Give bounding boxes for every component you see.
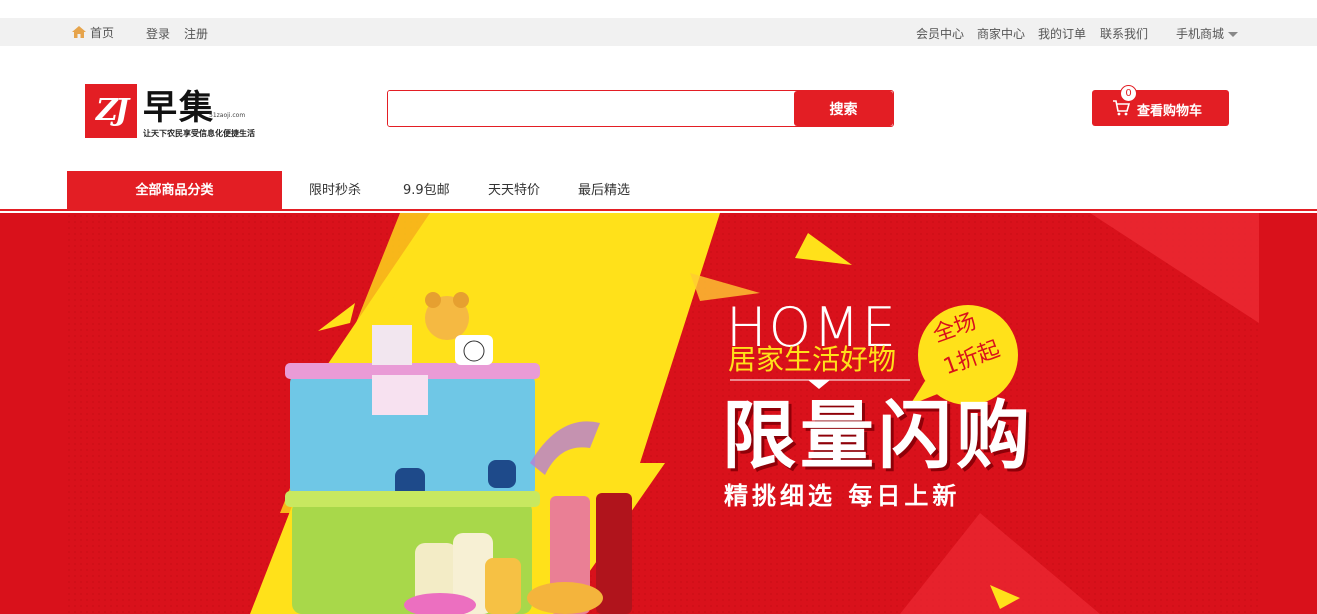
- banner-headline: 限量闪购: [722, 393, 1034, 479]
- banner-tagline: 精挑细选 每日上新: [724, 482, 961, 510]
- nav-item-flash-sale[interactable]: 限时秒杀: [309, 171, 361, 211]
- register-link[interactable]: 注册: [184, 25, 208, 42]
- nav-item-free-shipping[interactable]: 9.9包邮: [403, 171, 450, 211]
- contact-us-link[interactable]: 联系我们: [1100, 25, 1148, 42]
- view-cart-button[interactable]: 0 查看购物车: [1092, 85, 1229, 126]
- member-center-link[interactable]: 会员中心: [916, 25, 964, 42]
- nav-item-final-picks[interactable]: 最后精选: [578, 171, 630, 211]
- search-box: 搜索: [387, 90, 894, 127]
- cart-count-badge: 0: [1120, 85, 1137, 102]
- search-input[interactable]: [388, 91, 794, 126]
- logo-name: 早集: [143, 88, 215, 128]
- cart-label: 查看购物车: [1137, 104, 1203, 119]
- site-logo[interactable]: ZJ 早集 51zaoji.com 让天下农民享受信息化便捷生活: [85, 84, 270, 142]
- login-link[interactable]: 登录: [146, 25, 170, 42]
- chevron-down-icon: [1228, 32, 1239, 37]
- promo-banner[interactable]: HOME 居家生活好物 全场 1折起 限量闪购 精挑细选 每日上新: [0, 213, 1317, 614]
- logo-slogan: 让天下农民享受信息化便捷生活: [143, 129, 255, 138]
- all-categories-button[interactable]: 全部商品分类: [67, 171, 282, 211]
- home-icon: [72, 26, 86, 38]
- home-link[interactable]: 首页: [72, 24, 114, 41]
- merchant-center-link[interactable]: 商家中心: [977, 25, 1025, 42]
- mobile-mall-menu[interactable]: 手机商城: [1176, 25, 1239, 42]
- main-nav: 全部商品分类 限时秒杀 9.9包邮 天天特价 最后精选: [0, 171, 1317, 211]
- nav-item-daily-deals[interactable]: 天天特价: [488, 171, 540, 211]
- my-orders-link[interactable]: 我的订单: [1038, 25, 1086, 42]
- logo-mark: ZJ: [85, 84, 137, 138]
- banner-subtitle: 居家生活好物: [728, 343, 897, 376]
- cart-icon: [1113, 100, 1130, 116]
- mobile-mall-label: 手机商城: [1176, 27, 1225, 41]
- logo-domain: 51zaoji.com: [209, 112, 246, 119]
- top-bar: 首页 登录 注册 会员中心 商家中心 我的订单 联系我们 手机商城: [0, 18, 1317, 46]
- search-button[interactable]: 搜索: [794, 91, 893, 126]
- home-link-label: 首页: [90, 26, 115, 40]
- banner-artwork: [0, 213, 1317, 614]
